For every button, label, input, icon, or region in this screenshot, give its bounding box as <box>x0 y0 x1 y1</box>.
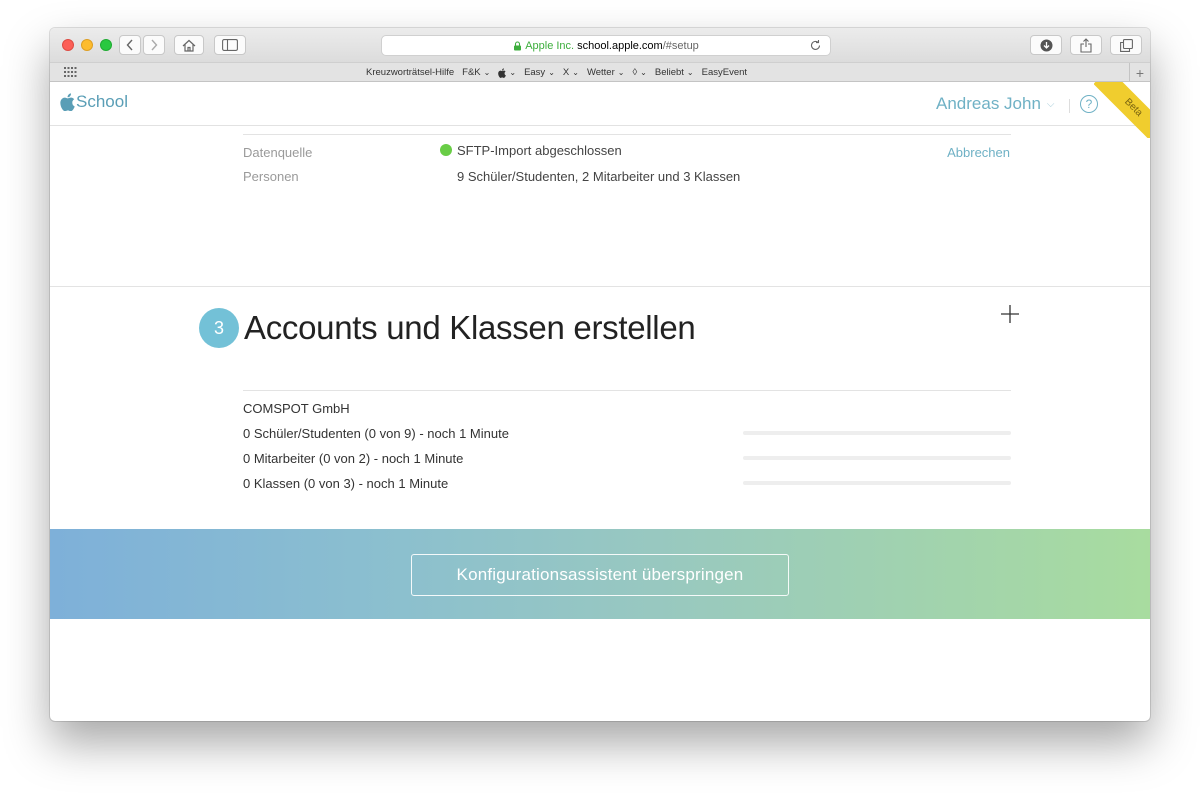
accounts-divider <box>243 390 1011 391</box>
minimize-window-button[interactable] <box>81 39 93 51</box>
bookmark-item[interactable]: Wetter ⌄ <box>587 67 625 78</box>
forward-button[interactable] <box>143 35 165 55</box>
chevron-down-icon: ⌄ <box>617 68 625 77</box>
status-indicator <box>440 144 452 156</box>
progress-classes-bar <box>743 481 1011 485</box>
new-tab-button[interactable]: + <box>1129 63 1150 82</box>
chevron-down-icon: ⌄ <box>548 68 555 77</box>
browser-window: Apple Inc. school.apple.com/#setup Kreuz… <box>50 28 1150 721</box>
bookmark-item[interactable]: ⌄ <box>498 67 517 78</box>
bookmark-label: Wetter <box>586 67 615 78</box>
user-name: Andreas John <box>936 94 1041 113</box>
beta-badge: Beta <box>1094 82 1150 138</box>
grid-icon[interactable] <box>64 67 77 77</box>
bookmark-item[interactable]: Kreuzworträtsel-Hilfe <box>366 67 454 78</box>
section-title: Accounts und Klassen erstellen <box>244 309 696 346</box>
progress-students-label: 0 Schüler/Studenten (0 von 9) - noch 1 M… <box>243 426 509 441</box>
apple-logo-icon <box>60 93 75 111</box>
chevron-down-icon: ⌵ <box>1046 98 1055 110</box>
progress-students-bar <box>743 431 1011 435</box>
sidebar-icon <box>222 39 238 51</box>
tab-overview-button[interactable] <box>1110 35 1142 55</box>
chevron-down-icon: ⌄ <box>509 68 517 77</box>
beta-label: Beta <box>1094 82 1150 138</box>
tabs-icon <box>1119 38 1133 52</box>
sidebar-toggle-button[interactable] <box>214 35 246 55</box>
bookmark-label: Easy <box>524 67 546 78</box>
bookmark-label: F&K <box>462 67 481 78</box>
header-divider <box>1069 99 1070 113</box>
apple-icon <box>498 67 507 78</box>
url-secure-label: Apple Inc. <box>525 39 575 52</box>
back-button[interactable] <box>119 35 141 55</box>
progress-staff-label: 0 Mitarbeiter (0 von 2) - noch 1 Minute <box>243 451 464 466</box>
step-number-badge: 3 <box>199 308 239 348</box>
persons-label: Personen <box>243 169 299 184</box>
skip-assistant-button[interactable]: Konfigurationsassistent überspringen <box>411 554 789 596</box>
url-host: school.apple.com <box>577 39 663 52</box>
bookmark-item[interactable]: ◊ ⌄ <box>632 67 646 78</box>
progress-staff-bar <box>743 456 1011 460</box>
title-bar: Apple Inc. school.apple.com/#setup <box>50 28 1150 62</box>
downloads-button[interactable] <box>1030 35 1062 55</box>
bookmark-item[interactable]: Beliebt ⌄ <box>655 67 694 78</box>
reload-icon[interactable] <box>809 39 822 52</box>
app-header: School Andreas John ⌵ ? <box>50 82 1150 126</box>
bookmark-item[interactable]: F&K ⌄ <box>462 67 490 78</box>
chevron-down-icon: ⌄ <box>640 68 647 77</box>
address-bar[interactable]: Apple Inc. school.apple.com/#setup <box>381 35 831 56</box>
expand-plus-icon[interactable] <box>1000 304 1020 324</box>
home-icon <box>182 39 196 52</box>
zoom-window-button[interactable] <box>100 39 112 51</box>
chevron-right-icon <box>151 39 158 51</box>
bookmark-label: ◊ <box>632 67 638 78</box>
persons-value: 9 Schüler/Studenten, 2 Mitarbeiter und 3… <box>457 169 741 184</box>
bookmark-item[interactable]: Easy ⌄ <box>524 67 555 78</box>
close-window-button[interactable] <box>62 39 74 51</box>
organization-name: COMSPOT GmbH <box>243 401 350 416</box>
download-icon <box>1040 39 1052 51</box>
section-top-divider <box>243 134 1011 135</box>
lock-icon <box>514 40 522 50</box>
share-icon <box>1080 37 1092 53</box>
footer-band: Konfigurationsassistent überspringen <box>50 529 1150 619</box>
datasource-value: SFTP-Import abgeschlossen <box>457 143 622 158</box>
chevron-down-icon: ⌄ <box>572 68 579 77</box>
home-button[interactable] <box>174 35 204 55</box>
user-menu[interactable]: Andreas John ⌵ <box>936 94 1055 114</box>
logo-text: School <box>76 92 128 111</box>
bookmark-label: EasyEvent <box>701 67 748 78</box>
school-logo[interactable]: School <box>60 92 128 112</box>
chevron-down-icon: ⌄ <box>686 68 694 77</box>
chevron-left-icon <box>126 39 133 51</box>
bookmark-item[interactable]: X ⌄ <box>563 67 579 78</box>
share-button[interactable] <box>1070 35 1102 55</box>
bookmark-label: Kreuzworträtsel-Hilfe <box>366 67 455 78</box>
section-divider <box>50 286 1150 287</box>
progress-classes-label: 0 Klassen (0 von 3) - noch 1 Minute <box>243 476 449 491</box>
bookmark-item[interactable]: EasyEvent <box>702 67 747 78</box>
datasource-label: Datenquelle <box>243 145 313 160</box>
bookmark-list: Kreuzworträtsel-Hilfe F&K ⌄ ⌄ Easy ⌄ X ⌄ Wetter ⌄… <box>366 63 747 82</box>
url-path: /#setup <box>662 39 699 52</box>
chevron-down-icon: ⌄ <box>483 68 491 77</box>
bookmark-label: X <box>562 67 570 78</box>
bookmark-label: Beliebt <box>654 67 684 78</box>
bookmarks-bar: Kreuzworträtsel-Hilfe F&K ⌄ ⌄ Easy ⌄ X ⌄ Wetter ⌄… <box>50 62 1150 82</box>
cancel-link[interactable]: Abbrechen <box>947 145 1010 160</box>
